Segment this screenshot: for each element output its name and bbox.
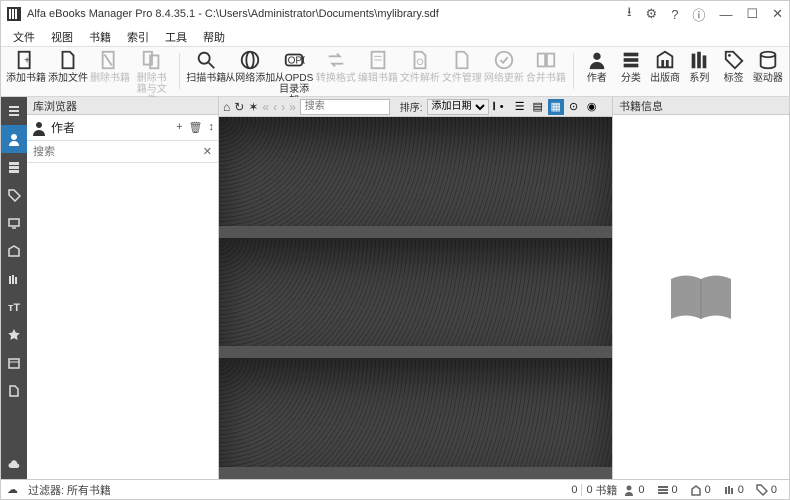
maximize-button[interactable]: ☐ [746, 6, 758, 22]
series-button[interactable]: 系列 [683, 49, 715, 84]
help-icon[interactable]: ? [671, 7, 678, 22]
center-toolbar: ⌂ ↻ ✶ « ‹ › » 排序: 添加日期 Ⅰ • ☰ ▤ ▦ ⊙ ◉ [219, 97, 612, 117]
author-label: 作者 [51, 119, 176, 136]
menu-view[interactable]: 视图 [43, 27, 81, 47]
menubar: 文件 视图 书籍 索引 工具 帮助 [1, 27, 789, 47]
filter-label: 过滤器: [28, 482, 64, 498]
view-eye-icon[interactable]: ◉ [584, 99, 600, 115]
author-button[interactable]: 作者 [581, 49, 613, 84]
sidebar-series-icon[interactable] [1, 265, 27, 293]
view-zoom-icon[interactable]: ⊙ [566, 99, 582, 115]
menu-tools[interactable]: 工具 [157, 27, 195, 47]
category-button[interactable]: 分类 [615, 49, 647, 84]
nav-next-icon[interactable]: › [281, 100, 285, 114]
scan-book-button[interactable]: 扫描书籍 [186, 49, 226, 84]
status-count1: 0 [571, 484, 577, 496]
expand-icon[interactable]: ✶ [248, 100, 258, 114]
window-title: Alfa eBooks Manager Pro 8.4.35.1 - C:\Us… [27, 8, 627, 20]
library-browser-header: 库浏览器 [27, 97, 218, 115]
app-icon [7, 7, 21, 21]
nav-prev-icon[interactable]: ‹ [273, 100, 277, 114]
svg-text:+: + [24, 56, 30, 67]
menu-help[interactable]: 帮助 [195, 27, 233, 47]
edit-book-button[interactable]: 编辑书籍 [358, 49, 398, 84]
net-update-button[interactable]: 网络更新 [484, 49, 524, 84]
drives-button[interactable]: 驱动器 [752, 49, 784, 84]
clear-search-icon[interactable]: ✕ [197, 145, 218, 158]
bookshelf[interactable] [219, 117, 612, 479]
add-from-net-button[interactable]: 从网络添加 [228, 49, 272, 84]
view-grid-icon[interactable]: ▦ [548, 99, 564, 115]
menu-file[interactable]: 文件 [5, 27, 43, 47]
info-icon[interactable]: ⓘ [692, 5, 705, 24]
view-list-icon[interactable]: ☰ [512, 99, 528, 115]
sort-desc-icon[interactable]: Ⅰ [493, 100, 496, 113]
status-publisher: 0 [690, 484, 711, 496]
person-icon [31, 120, 47, 136]
home-icon[interactable]: ⌂ [223, 100, 230, 114]
file-manager-button[interactable]: 文件管理 [442, 49, 482, 84]
sidebar-text-icon[interactable]: тТ [1, 293, 27, 321]
minimize-button[interactable]: — [719, 7, 732, 22]
status-category: 0 [657, 484, 678, 496]
publisher-button[interactable]: 出版商 [649, 49, 681, 84]
sidebar-publisher-icon[interactable] [1, 237, 27, 265]
sidebar-file-icon[interactable] [1, 377, 27, 405]
tags-button[interactable]: 标签 [718, 49, 750, 84]
refresh-icon[interactable]: ↻ [234, 100, 244, 114]
sidebar-monitor-icon[interactable] [1, 209, 27, 237]
status-books-label: 书籍 [595, 482, 617, 498]
trash-icon[interactable]: 🗑 [189, 121, 203, 134]
status-count2: 0 [586, 484, 592, 496]
author-search-input[interactable] [27, 144, 197, 160]
status-cloud-icon[interactable]: ☁ [7, 483, 18, 496]
book-info-header: 书籍信息 [613, 97, 789, 115]
group-icon[interactable]: • [500, 101, 504, 113]
filter-value[interactable]: 所有书籍 [67, 482, 111, 498]
sort-label: 排序: [400, 99, 423, 114]
add-file-button[interactable]: 添加文件 [48, 49, 88, 84]
svg-text:OPDS: OPDS [288, 56, 305, 67]
sidebar-author-icon[interactable] [1, 125, 27, 153]
gear-icon[interactable]: ⚙ [646, 6, 658, 22]
center-panel: ⌂ ↻ ✶ « ‹ › » 排序: 添加日期 Ⅰ • ☰ ▤ ▦ ⊙ ◉ [219, 97, 613, 479]
add-icon[interactable]: + [176, 121, 182, 134]
sidebar-star-icon[interactable] [1, 321, 27, 349]
menu-books[interactable]: 书籍 [81, 27, 119, 47]
titlebar: Alfa eBooks Manager Pro 8.4.35.1 - C:\Us… [1, 1, 789, 27]
sidebar-cloud-icon[interactable] [1, 451, 27, 479]
status-series: 0 [723, 484, 744, 496]
sidebar-strip: тТ [1, 97, 27, 479]
delete-book-button[interactable]: 删除书籍 [90, 49, 130, 84]
nav-first-icon[interactable]: « [262, 100, 269, 114]
center-search-input[interactable] [300, 99, 390, 115]
sidebar-calendar-icon[interactable] [1, 349, 27, 377]
add-book-button[interactable]: +添加书籍 [6, 49, 46, 84]
sidebar-menu-icon[interactable] [1, 97, 27, 125]
statusbar: ☁ 过滤器: 所有书籍 0 0 书籍 0 0 0 0 0 [1, 479, 789, 499]
sidebar-tag-icon[interactable] [1, 181, 27, 209]
convert-button[interactable]: 转换格式 [316, 49, 356, 84]
nav-last-icon[interactable]: » [289, 100, 296, 114]
book-placeholder-icon [661, 267, 741, 327]
svg-text:тТ: тТ [8, 302, 20, 314]
sort-icon[interactable]: ↕ [209, 121, 215, 134]
status-author: 0 [623, 484, 644, 496]
library-browser-panel: 库浏览器 作者 + 🗑 ↕ ✕ [27, 97, 219, 479]
author-list [27, 163, 218, 479]
status-tags: 0 [756, 484, 777, 496]
close-button[interactable]: ✕ [772, 6, 783, 22]
merge-books-button[interactable]: 合并书籍 [526, 49, 566, 84]
download-icon[interactable]: ⭳ [627, 3, 632, 25]
toolbar: +添加书籍 添加文件 删除书籍 删除书籍与文件 扫描书籍 从网络添加 OPDS从… [1, 47, 789, 97]
sidebar-category-icon[interactable] [1, 153, 27, 181]
view-details-icon[interactable]: ▤ [530, 99, 546, 115]
sort-select[interactable]: 添加日期 [427, 99, 489, 115]
file-parse-button[interactable]: 文件解析 [400, 49, 440, 84]
menu-index[interactable]: 索引 [119, 27, 157, 47]
book-info-panel: 书籍信息 [613, 97, 789, 479]
